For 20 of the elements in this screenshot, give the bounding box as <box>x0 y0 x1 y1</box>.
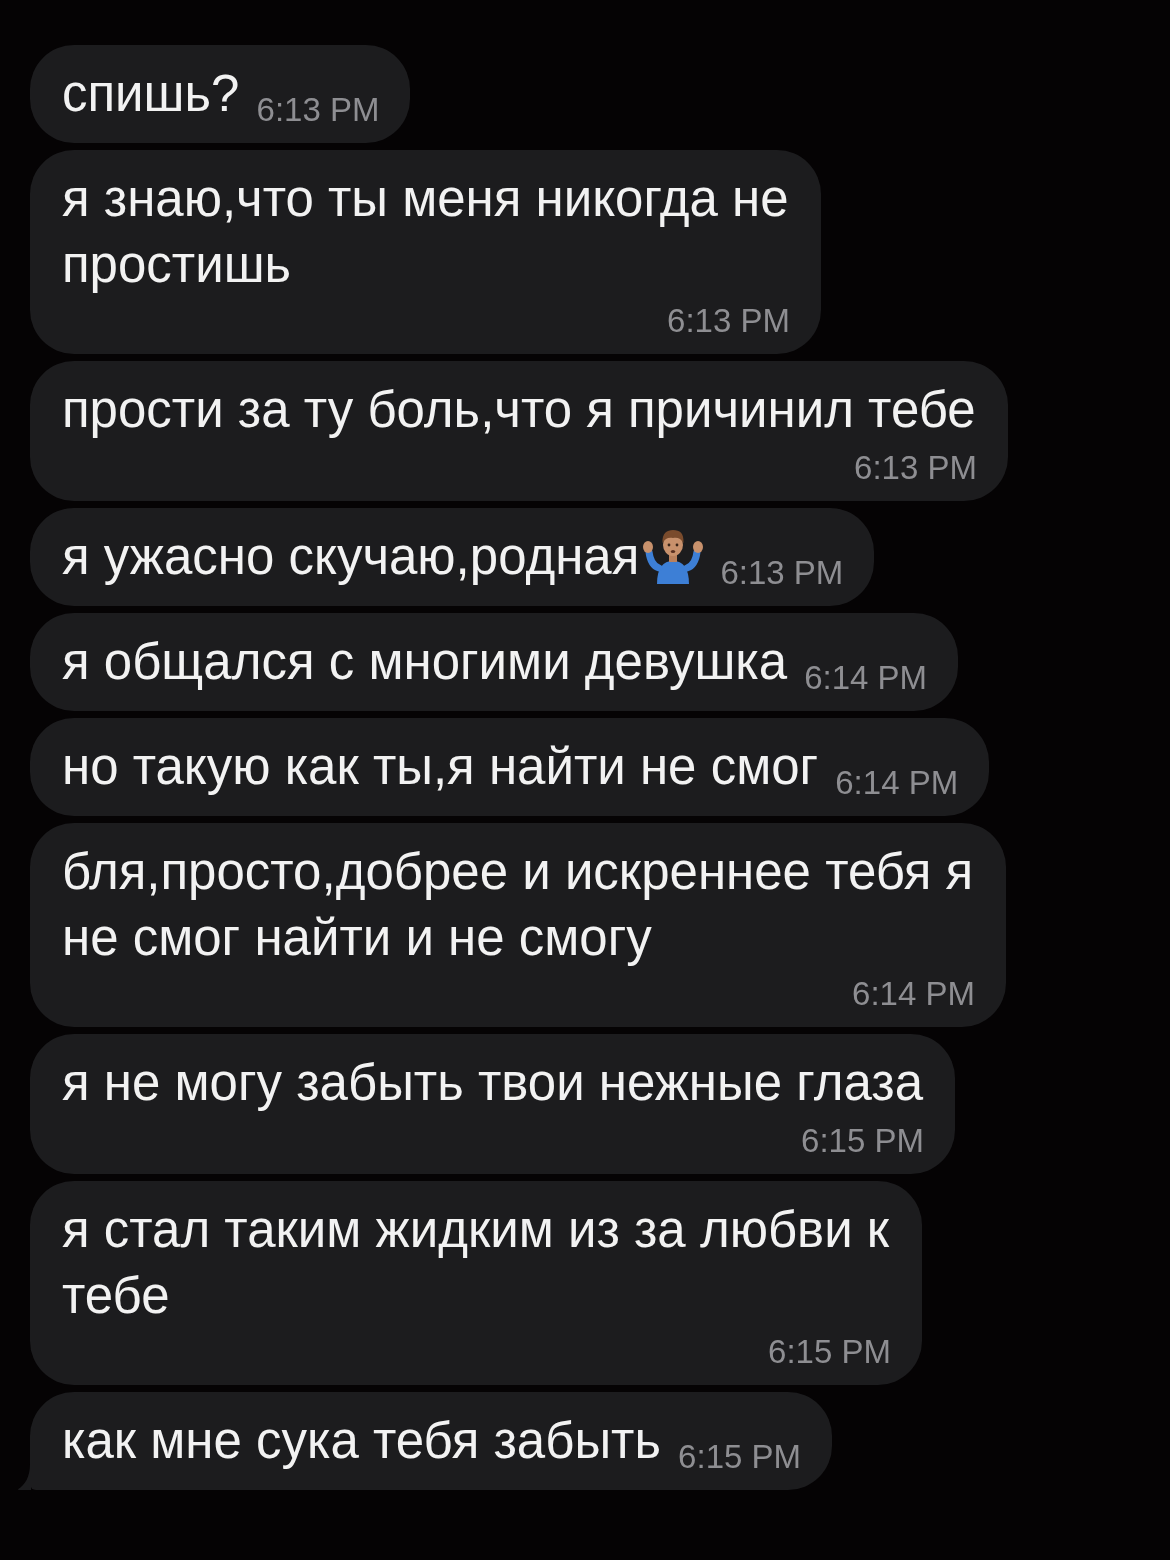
message-time: 6:14 PM <box>852 977 975 1010</box>
message-text: но такую как ты,я найти не смог <box>62 738 819 795</box>
message-text: я знаю,что ты меня никогда не простишь <box>62 170 789 293</box>
message-time: 6:13 PM <box>667 304 790 337</box>
message-time: 6:15 PM <box>768 1335 891 1368</box>
message-text: как мне сука тебя забыть <box>62 1412 661 1469</box>
message-text: прости за ту боль,что я причинил тебе <box>62 381 976 438</box>
message-time: 6:13 PM <box>720 556 844 589</box>
message-time: 6:15 PM <box>678 1440 801 1473</box>
message-time: 6:13 PM <box>854 451 977 484</box>
message-time: 6:14 PM <box>804 661 928 694</box>
message-text: я не могу забыть твои нежные глаза <box>62 1054 923 1111</box>
message-text: я общался с многими девушка <box>62 633 788 690</box>
message-time: 6:15 PM <box>801 1124 924 1157</box>
message-text: бля,просто,добрее и искреннее тебя я не смог найти и не смогу <box>62 843 974 966</box>
message-time: 6:14 PM <box>835 766 959 799</box>
message-text: я стал таким жидким из за любви к тебе <box>62 1201 890 1324</box>
message-text: спишь? <box>62 65 240 122</box>
message-time: 6:13 PM <box>256 93 380 126</box>
message-text: я ужасно скучаю,родная <box>62 528 640 585</box>
